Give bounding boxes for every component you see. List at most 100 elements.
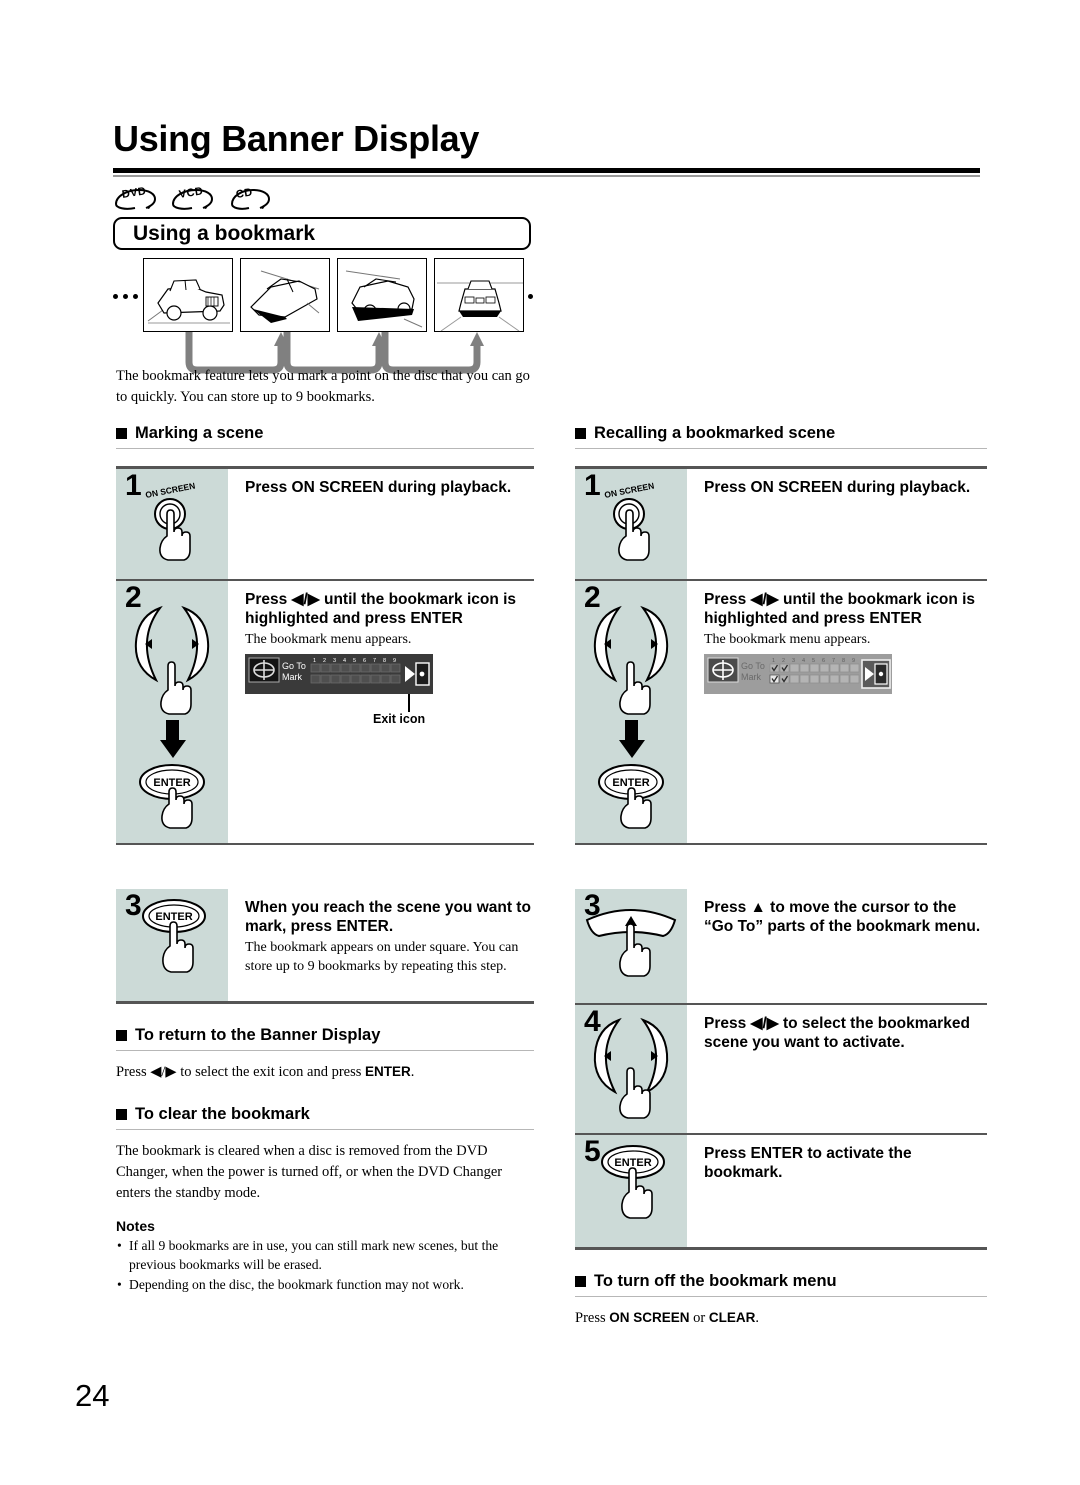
step-row: 2 ENTER Press ◀/▶ until the bookmark ico… [116, 581, 534, 845]
block-heading: To return to the Banner Display [135, 1026, 381, 1044]
step-heading: Press ◀/▶ to select the bookmarked scene… [704, 1015, 970, 1052]
step-row: 3 Press ▲ to move the cursor to the “Go … [575, 889, 987, 1005]
svg-text:1: 1 [313, 658, 316, 664]
svg-text:1: 1 [772, 658, 775, 664]
left-right-then-enter-icon: ENTER [575, 586, 687, 835]
svg-text:9: 9 [852, 658, 855, 664]
step-art-cell: 4 [575, 1005, 687, 1133]
step-art-cell: 2 ENTER [116, 581, 228, 843]
step-heading: When you reach the scene you want to mar… [245, 899, 531, 936]
block-body-bold2: CLEAR [708, 1310, 756, 1325]
note-item: Depending on the disc, the bookmark func… [116, 1275, 534, 1294]
exit-icon-caption: Exit icon [373, 711, 426, 726]
svg-text:6: 6 [822, 658, 825, 664]
block-return-banner-display: To return to the Banner Display Press ◀/… [116, 1026, 534, 1083]
section-title-text: Using a bookmark [133, 221, 316, 245]
block-body-pre: Press ◀/▶ to select the exit icon and pr… [116, 1064, 366, 1080]
scene-frame [240, 258, 330, 332]
block-clear-bookmark: To clear the bookmark The bookmark is cl… [116, 1105, 534, 1204]
page-title: Using Banner Display [113, 118, 480, 159]
on-screen-button-icon: ON SCREEN [575, 474, 687, 571]
right-column: Recalling a bookmarked scene 1 ON SCREEN [575, 424, 987, 1329]
svg-text:7: 7 [832, 658, 835, 664]
block-body: Press ◀/▶ to select the exit icon and pr… [116, 1062, 534, 1083]
block-body-pre: Press [575, 1310, 610, 1326]
step-subtext: The bookmark menu appears. [704, 631, 871, 647]
svg-text:9: 9 [393, 658, 396, 664]
svg-text:ENTER: ENTER [614, 1157, 651, 1169]
svg-text:3: 3 [333, 658, 336, 664]
svg-text:7: 7 [373, 658, 376, 664]
disc-badge-dvd-icon: DVD [113, 185, 159, 211]
svg-text:Mark: Mark [282, 672, 302, 682]
svg-text:ENTER: ENTER [155, 911, 192, 923]
step-text-cell: Press ◀/▶ until the bookmark icon is hig… [228, 581, 534, 843]
svg-text:5: 5 [812, 658, 815, 664]
block-heading: To turn off the bookmark menu [594, 1272, 837, 1290]
step-art-cell: 1 ON SCREEN [575, 469, 687, 579]
step-text-cell: Press ON SCREEN during playback. [687, 469, 987, 579]
steps-table-recalling: 1 ON SCREEN Press ON SCREEN during playb… [575, 466, 987, 1250]
disc-badge-label: CD [235, 186, 254, 201]
step-text-cell: Press ▲ to move the cursor to the “Go To… [687, 889, 987, 1003]
step-heading: Press ON SCREEN during playback. [704, 479, 971, 496]
enter-button-icon: ENTER [575, 1140, 687, 1239]
step-row: 4 Press ◀/▶ to select the bookmarked sce… [575, 1005, 987, 1135]
svg-text:ON SCREEN: ON SCREEN [144, 481, 196, 500]
step-art-cell: 5 ENTER [575, 1135, 687, 1247]
bookmark-illustration-strip [113, 258, 533, 374]
svg-text:ENTER: ENTER [612, 777, 649, 789]
bookmark-menu-graphic: Go To Mark 1 2 3 4 5 6 7 8 9 [704, 653, 987, 694]
note-item: If all 9 bookmarks are in use, you can s… [116, 1236, 534, 1274]
block-body-bold: ENTER [365, 1064, 411, 1079]
left-column: Marking a scene 1 ON SCREEN Press ON SCR… [116, 424, 534, 1295]
step-row: 2 ENTER Press ◀/▶ until the bookmark ico… [575, 581, 987, 845]
step-heading: Press ON SCREEN during playback. [245, 479, 512, 496]
block-turn-off-bookmark-menu: To turn off the bookmark menu Press ON S… [575, 1272, 987, 1329]
scene-frames [143, 258, 524, 332]
step-row: 1 ON SCREEN Press ON SCREEN during playb… [116, 469, 534, 581]
subheading-marking-a-scene: Marking a scene [116, 424, 534, 449]
bullet-square-icon [575, 428, 586, 439]
step-heading: Press ▲ to move the cursor to the “Go To… [704, 899, 981, 936]
disc-compatibility-badges: DVD VCD CD [113, 185, 273, 211]
svg-text:Go To: Go To [282, 661, 306, 671]
disc-badge-cd-icon: CD [227, 186, 273, 211]
bullet-square-icon [116, 1109, 127, 1121]
scene-frame [337, 258, 427, 332]
svg-text:4: 4 [343, 658, 346, 664]
step-subtext: The bookmark appears on under square. Yo… [245, 939, 519, 974]
svg-text:5: 5 [353, 658, 356, 664]
step-art-cell: 3 ENTER [116, 889, 228, 1001]
step-text-cell: Press ◀/▶ to select the bookmarked scene… [687, 1005, 987, 1133]
block-divider [116, 1050, 534, 1051]
step-subtext: The bookmark menu appears. [245, 631, 412, 647]
scene-frame [143, 258, 233, 332]
subheading-divider [116, 448, 534, 449]
svg-text:ENTER: ENTER [153, 777, 190, 789]
on-screen-button-icon: ON SCREEN [116, 474, 228, 571]
ellipsis-dots-left [113, 294, 138, 299]
bullet-square-icon [116, 428, 127, 439]
up-arrow-button-icon [575, 894, 687, 995]
left-right-buttons-icon [575, 1010, 687, 1125]
block-body-bold: ON SCREEN [609, 1310, 690, 1325]
svg-text:2: 2 [782, 658, 785, 664]
step-text-cell: Press ◀/▶ until the bookmark icon is hig… [687, 581, 987, 843]
block-body: The bookmark is cleared when a disc is r… [116, 1143, 503, 1202]
svg-text:6: 6 [363, 658, 366, 664]
block-divider [116, 1129, 534, 1131]
svg-text:Go To: Go To [741, 661, 765, 671]
step-row: 5 ENTER Press ENTER to activate the book… [575, 1135, 987, 1250]
step-text-cell: Press ON SCREEN during playback. [228, 469, 534, 579]
left-right-then-enter-icon: ENTER [116, 586, 228, 835]
block-heading: To clear the bookmark [135, 1105, 310, 1124]
bullet-square-icon [116, 1030, 127, 1041]
step-heading: Press ◀/▶ until the bookmark icon is hig… [245, 591, 517, 628]
block-body-post: . [755, 1310, 759, 1326]
step-text-cell: Press ENTER to activate the bookmark. [687, 1135, 987, 1247]
section-title-box: Using a bookmark [113, 217, 531, 250]
svg-text:Mark: Mark [741, 672, 761, 682]
svg-text:3: 3 [792, 658, 795, 664]
svg-text:2: 2 [323, 658, 326, 664]
